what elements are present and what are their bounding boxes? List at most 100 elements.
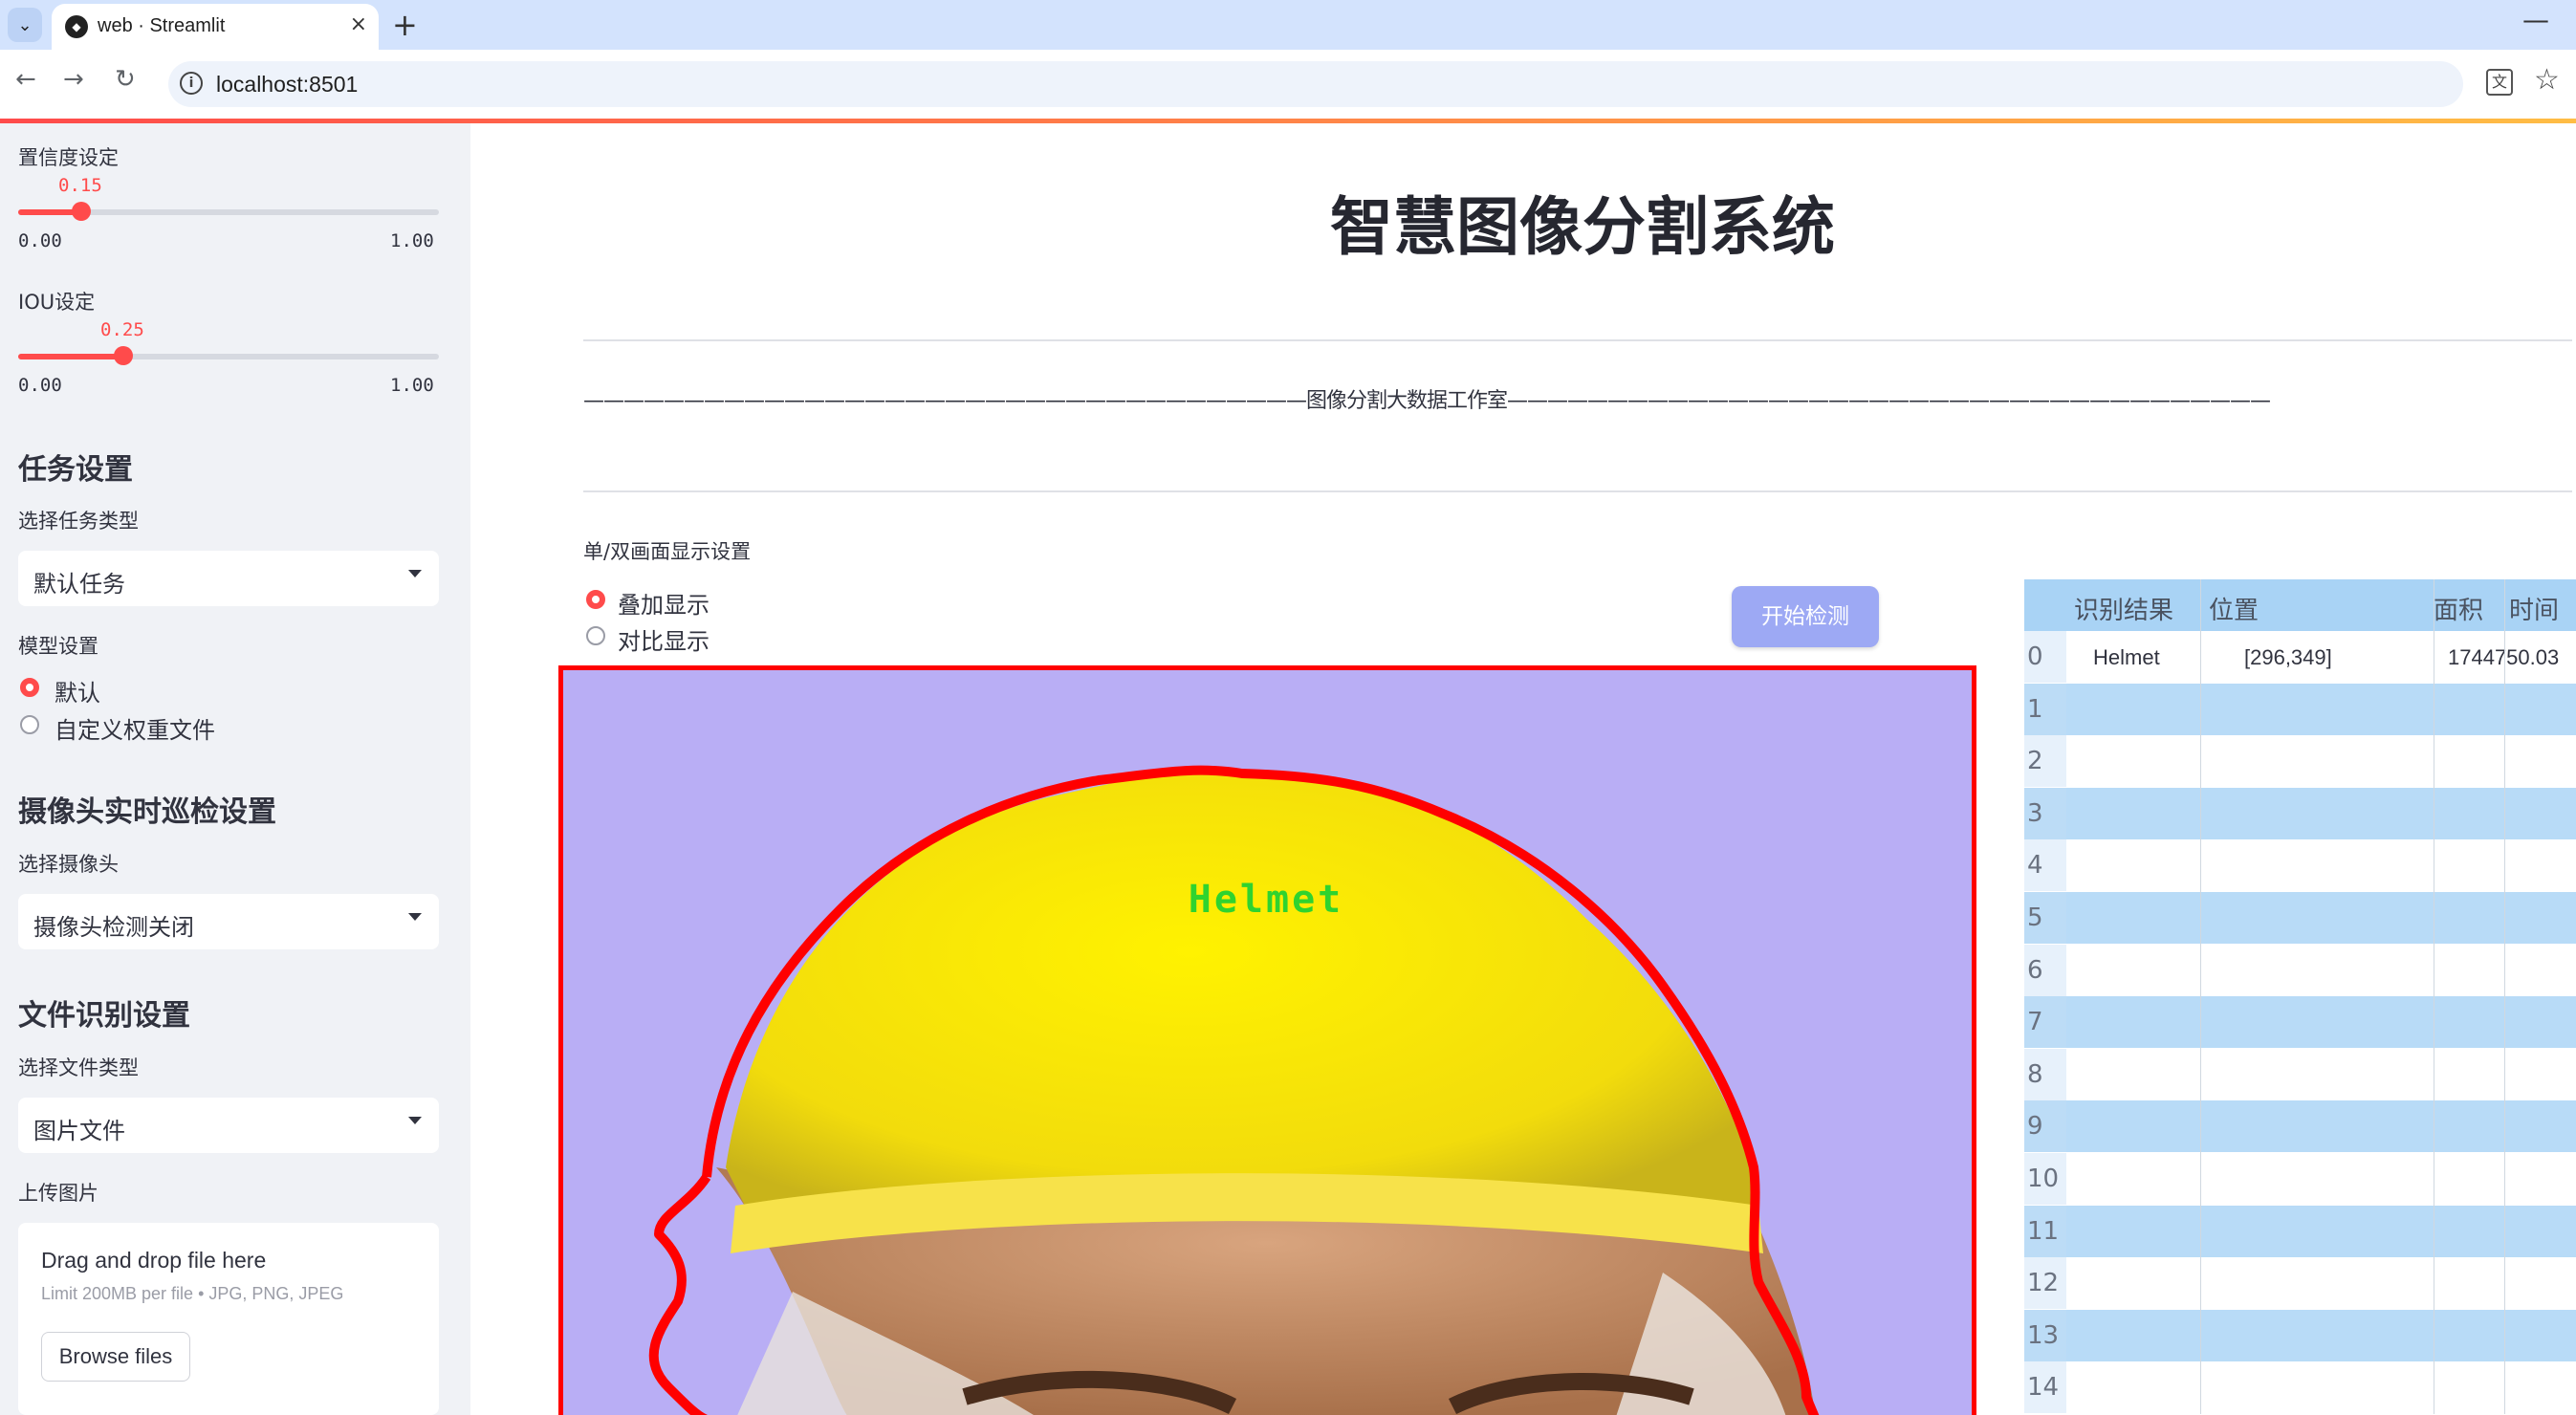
camera-settings-heading: 摄像头实时巡检设置	[18, 795, 276, 829]
translate-icon[interactable]: 文	[2486, 69, 2513, 96]
studio-subtitle: ————————————————————————————————————图像分割…	[583, 389, 2271, 413]
browser-tab[interactable]: ◆ web · Streamlit ×	[52, 4, 379, 50]
confidence-slider[interactable]	[18, 202, 439, 221]
row-index: 14	[2024, 1361, 2066, 1414]
row-index: 7	[2024, 996, 2066, 1049]
iou-label: IOU设定	[18, 291, 96, 314]
header-position[interactable]: 位置	[2209, 591, 2259, 626]
detection-label-helmet: Helmet	[1189, 878, 1344, 922]
confidence-slider-thumb[interactable]	[72, 202, 91, 221]
table-row[interactable]: 3	[2024, 787, 2576, 839]
table-row[interactable]: 8	[2024, 1048, 2576, 1100]
table-row[interactable]: 5	[2024, 892, 2576, 944]
table-row[interactable]: 14	[2024, 1361, 2576, 1414]
forward-arrow-icon[interactable]: →	[63, 65, 84, 94]
streamlit-app: 置信度设定 0.15 0.00 1.00 IOU设定 0.25 0.00 1.0…	[0, 119, 2576, 1415]
display-mode-label: 单/双画面显示设置	[583, 540, 752, 563]
task-type-select[interactable]: 默认任务	[18, 551, 439, 606]
divider-top	[583, 339, 2572, 341]
bookmark-star-icon[interactable]: ☆	[2534, 63, 2560, 97]
iou-min: 0.00	[18, 375, 62, 396]
back-arrow-icon[interactable]: ←	[15, 65, 36, 94]
display-radio-overlay-label[interactable]: 叠加显示	[618, 586, 709, 620]
task-type-label: 选择任务类型	[18, 510, 139, 533]
header-result[interactable]: 识别结果	[2074, 591, 2173, 626]
table-row[interactable]: 0Helmet[296,349]1744750.03	[2024, 631, 2576, 683]
column-separator	[2200, 579, 2201, 1414]
file-type-select[interactable]: 图片文件	[18, 1098, 439, 1153]
table-row[interactable]: 13	[2024, 1309, 2576, 1361]
table-row[interactable]: 9	[2024, 1100, 2576, 1153]
row-index: 6	[2024, 944, 2066, 996]
upload-label: 上传图片	[18, 1182, 98, 1205]
row-index: 9	[2024, 1100, 2066, 1153]
confidence-min: 0.00	[18, 230, 62, 251]
table-row[interactable]: 10	[2024, 1153, 2576, 1205]
page-title: 智慧图像分割系统	[1330, 190, 1835, 264]
upload-limit-text: Limit 200MB per file • JPG, PNG, JPEG	[41, 1284, 344, 1303]
camera-select[interactable]: 摄像头检测关闭	[18, 894, 439, 949]
table-row[interactable]: 1	[2024, 683, 2576, 735]
table-row[interactable]: 2	[2024, 735, 2576, 788]
browse-files-button[interactable]: Browse files	[41, 1332, 190, 1382]
window-minimize-icon[interactable]: —	[2522, 4, 2549, 35]
tab-title: web · Streamlit	[98, 15, 226, 36]
row-index: 0	[2024, 631, 2066, 683]
header-area[interactable]: 面积	[2434, 591, 2483, 626]
file-type-value: 图片文件	[33, 1118, 125, 1144]
chevron-down-icon	[408, 570, 422, 577]
row-index: 11	[2024, 1205, 2066, 1257]
cell-result: Helmet	[2093, 645, 2160, 669]
main-content: 智慧图像分割系统 ———————————————————————————————…	[470, 123, 2576, 1415]
address-bar: ← → ↻ i localhost:8501 文 ☆	[0, 50, 2576, 119]
iou-slider-thumb[interactable]	[114, 346, 133, 365]
row-index: 13	[2024, 1309, 2066, 1361]
tab-search-chevron-icon[interactable]: ⌄	[8, 8, 42, 42]
model-settings-label: 模型设置	[18, 635, 98, 658]
cell-position: [296,349]	[2244, 645, 2332, 669]
row-index: 8	[2024, 1048, 2066, 1100]
row-index: 5	[2024, 892, 2066, 944]
table-row[interactable]: 11	[2024, 1205, 2576, 1257]
segmentation-result-image: Helmet	[558, 665, 1976, 1415]
model-radio-default-label[interactable]: 默认	[55, 674, 100, 708]
sidebar: 置信度设定 0.15 0.00 1.00 IOU设定 0.25 0.00 1.0…	[0, 123, 470, 1415]
display-radio-compare-label[interactable]: 对比显示	[618, 622, 709, 656]
url-omnibox[interactable]: i localhost:8501	[168, 61, 2463, 107]
confidence-value: 0.15	[58, 175, 102, 196]
table-header: 识别结果 位置 面积 时间	[2024, 579, 2576, 631]
url-text[interactable]: localhost:8501	[216, 72, 358, 98]
display-radio-compare[interactable]	[586, 626, 605, 645]
site-info-icon[interactable]: i	[180, 72, 203, 95]
row-index: 12	[2024, 1257, 2066, 1310]
row-index: 1	[2024, 683, 2066, 735]
table-row[interactable]: 7	[2024, 996, 2576, 1049]
column-separator	[2504, 579, 2505, 1414]
model-radio-custom[interactable]	[20, 715, 39, 734]
file-uploader-dropzone[interactable]: Drag and drop file here Limit 200MB per …	[18, 1223, 439, 1415]
iou-value: 0.25	[100, 319, 144, 340]
display-radio-overlay[interactable]	[586, 590, 605, 609]
model-radio-default[interactable]	[20, 678, 39, 697]
file-settings-heading: 文件识别设置	[18, 999, 190, 1033]
divider-bottom	[583, 490, 2572, 492]
file-type-label: 选择文件类型	[18, 1056, 139, 1079]
iou-slider[interactable]	[18, 346, 439, 365]
new-tab-plus-icon[interactable]: +	[392, 7, 418, 43]
header-time[interactable]: 时间	[2509, 591, 2559, 626]
reload-icon[interactable]: ↻	[115, 65, 136, 94]
row-index: 10	[2024, 1153, 2066, 1205]
camera-select-value: 摄像头检测关闭	[33, 914, 194, 941]
tab-close-icon[interactable]: ×	[350, 12, 367, 36]
confidence-max: 1.00	[390, 230, 434, 251]
task-type-value: 默认任务	[33, 571, 125, 598]
task-settings-heading: 任务设置	[18, 453, 133, 487]
table-row[interactable]: 12	[2024, 1257, 2576, 1310]
confidence-label: 置信度设定	[18, 146, 119, 169]
table-row[interactable]: 4	[2024, 839, 2576, 892]
start-detection-button[interactable]: 开始检测	[1732, 586, 1879, 647]
row-index: 4	[2024, 839, 2066, 892]
row-index: 3	[2024, 787, 2066, 839]
model-radio-custom-label[interactable]: 自定义权重文件	[55, 711, 215, 745]
table-row[interactable]: 6	[2024, 944, 2576, 996]
